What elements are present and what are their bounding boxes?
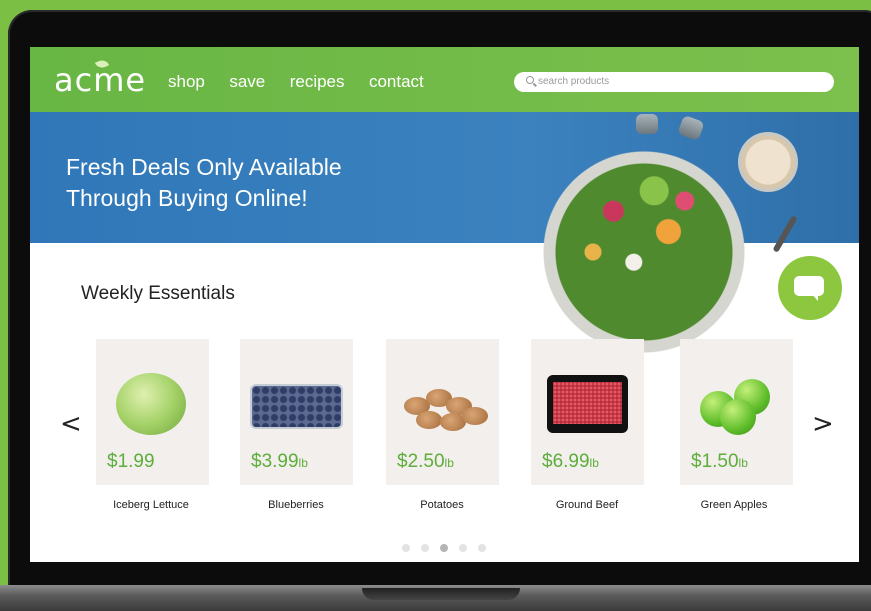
top-nav: acme shop save recipes contact search pr… xyxy=(30,47,859,112)
blueberries-image xyxy=(250,384,343,429)
lettuce-image xyxy=(116,373,186,435)
carousel-prev-arrow[interactable]: < xyxy=(60,409,82,439)
hero-headline: Fresh Deals Only Available Through Buyin… xyxy=(66,152,406,214)
salad-bowl-image xyxy=(542,150,746,354)
product-card-green-apples[interactable]: $1.50lb xyxy=(680,339,793,485)
pepper-shaker-image xyxy=(677,114,705,142)
dip-bowl-image xyxy=(738,132,798,192)
search-input[interactable]: search products xyxy=(514,72,834,92)
carousel-dot[interactable] xyxy=(402,544,410,552)
fork-image xyxy=(772,215,798,253)
product-card-iceberg-lettuce[interactable]: $1.99 xyxy=(96,339,209,485)
chat-bubble-icon xyxy=(794,276,824,301)
product-name[interactable]: Iceberg Lettuce xyxy=(86,499,216,511)
carousel-dots xyxy=(402,539,497,557)
search-icon xyxy=(526,76,534,84)
carousel-dot[interactable] xyxy=(421,544,429,552)
section-title: Weekly Essentials xyxy=(81,283,235,304)
carousel-next-arrow[interactable]: > xyxy=(812,409,834,439)
product-name[interactable]: Ground Beef xyxy=(522,499,652,511)
carousel-dot-active[interactable] xyxy=(440,544,448,552)
search-placeholder: search products xyxy=(538,76,610,87)
product-price: $6.99lb xyxy=(542,451,599,472)
product-name[interactable]: Green Apples xyxy=(669,499,799,511)
nav-link-save[interactable]: save xyxy=(229,72,265,91)
hero-line-2: Through Buying Online! xyxy=(66,185,308,211)
hero-banner[interactable]: Fresh Deals Only Available Through Buyin… xyxy=(30,112,859,354)
carousel-dot[interactable] xyxy=(478,544,486,552)
hero-line-1: Fresh Deals Only Available xyxy=(66,154,342,180)
laptop-notch xyxy=(362,588,520,600)
product-name[interactable]: Blueberries xyxy=(231,499,361,511)
nav-link-recipes[interactable]: recipes xyxy=(290,72,345,91)
salt-shaker-image xyxy=(636,114,658,134)
browser-screen: acme shop save recipes contact search pr… xyxy=(30,47,859,562)
product-price: $3.99lb xyxy=(251,451,308,472)
product-price: $1.99 xyxy=(107,451,155,472)
nav-link-contact[interactable]: contact xyxy=(369,72,424,91)
product-price: $2.50lb xyxy=(397,451,454,472)
product-name[interactable]: Potatoes xyxy=(377,499,507,511)
ground-beef-image xyxy=(547,375,628,433)
product-card-blueberries[interactable]: $3.99lb xyxy=(240,339,353,485)
nav-link-shop[interactable]: shop xyxy=(168,72,205,91)
product-card-potatoes[interactable]: $2.50lb xyxy=(386,339,499,485)
product-card-ground-beef[interactable]: $6.99lb xyxy=(531,339,644,485)
nav-links: shop save recipes contact xyxy=(168,72,444,92)
carousel-dot[interactable] xyxy=(459,544,467,552)
product-price: $1.50lb xyxy=(691,451,748,472)
chat-button[interactable] xyxy=(778,256,842,320)
